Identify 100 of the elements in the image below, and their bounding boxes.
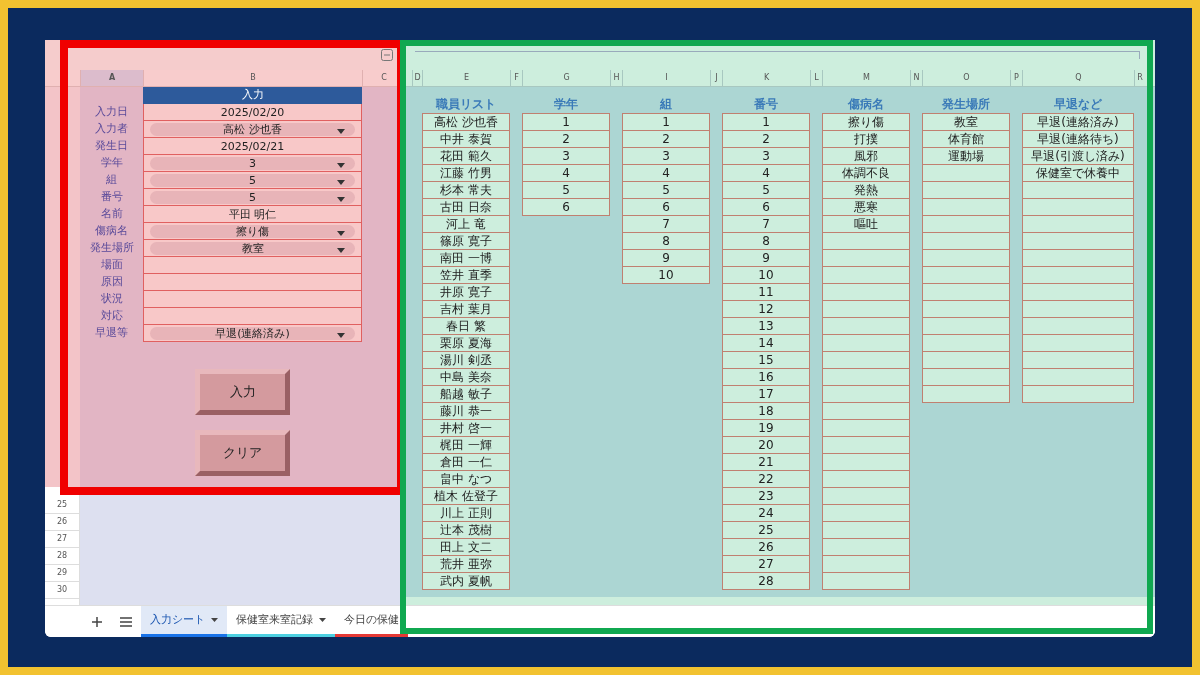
sheet-tab[interactable]: 保健室来室記録: [227, 606, 335, 637]
list-cell: 中島 美奈: [423, 369, 509, 386]
dropdown[interactable]: 早退(連絡済み): [150, 326, 355, 340]
form-cell[interactable]: 3: [143, 155, 362, 172]
column-header[interactable]: E: [422, 70, 510, 86]
column-header[interactable]: I: [622, 70, 710, 86]
column-header[interactable]: H: [610, 70, 622, 86]
form-cell[interactable]: [143, 257, 362, 274]
list-cell: 発熱: [823, 182, 909, 199]
column-header[interactable]: L: [810, 70, 822, 86]
list-cell: 辻本 茂樹: [423, 522, 509, 539]
form-cell[interactable]: 擦り傷: [143, 223, 362, 240]
list-cell: 2: [723, 131, 809, 148]
column-header[interactable]: J: [710, 70, 722, 86]
list-cell: 21: [723, 454, 809, 471]
column-header[interactable]: P: [1010, 70, 1022, 86]
list-cell: 梶田 一輝: [423, 437, 509, 454]
form-cell[interactable]: 5: [143, 189, 362, 206]
list-cell: 高松 沙也香: [423, 114, 509, 131]
column-header[interactable]: N: [910, 70, 922, 86]
list-cell: 5: [523, 182, 609, 199]
list-cell: 10: [723, 267, 809, 284]
clear-button[interactable]: クリア: [195, 430, 290, 476]
field-value[interactable]: 平田 明仁: [150, 208, 355, 220]
form-cell[interactable]: 早退(連絡済み): [143, 325, 362, 342]
list-cell: 井原 寛子: [423, 284, 509, 301]
field-label: 入力日: [94, 104, 129, 121]
list-title: 組: [659, 96, 673, 113]
column-header[interactable]: B: [143, 70, 362, 86]
column-header[interactable]: D: [412, 70, 422, 86]
submit-button[interactable]: 入力: [195, 369, 290, 415]
list-cell: 9: [723, 250, 809, 267]
list-cell: 12: [723, 301, 809, 318]
list-cell: 擦り傷: [823, 114, 909, 131]
sheet-tab[interactable]: 今日の保健: [335, 606, 408, 637]
list-cell: 江藤 竹男: [423, 165, 509, 182]
form-cell[interactable]: 5: [143, 172, 362, 189]
dropdown[interactable]: 高松 沙也香: [150, 122, 355, 136]
caret-icon: [211, 618, 218, 622]
column-header[interactable]: M: [822, 70, 910, 86]
form-cell[interactable]: [143, 274, 362, 291]
column-header[interactable]: K: [722, 70, 810, 86]
form-cell[interactable]: 平田 明仁: [143, 206, 362, 223]
column-header[interactable]: F: [510, 70, 522, 86]
list-title: 番号: [753, 96, 779, 113]
dropdown[interactable]: 3: [150, 156, 355, 170]
list-cell: 風邪: [823, 148, 909, 165]
column-header[interactable]: R: [1134, 70, 1145, 86]
dropdown[interactable]: 5: [150, 190, 355, 204]
form-cell[interactable]: [143, 308, 362, 325]
list-cell: 3: [623, 148, 709, 165]
column-header[interactable]: A: [80, 70, 143, 86]
column-header[interactable]: C: [362, 70, 405, 86]
list-cell: 花田 範久: [423, 148, 509, 165]
dropdown[interactable]: 教室: [150, 241, 355, 255]
field-value[interactable]: 2025/02/21: [150, 140, 355, 152]
scroll-bar[interactable]: [405, 597, 1155, 605]
column-header[interactable]: Q: [1022, 70, 1134, 86]
collapse-icon[interactable]: [381, 49, 393, 61]
list-cell: 武内 夏帆: [423, 573, 509, 590]
list-title: 発生場所: [941, 96, 991, 113]
form-cell[interactable]: [143, 291, 362, 308]
list-cell: 11: [723, 284, 809, 301]
dropdown[interactable]: 擦り傷: [150, 224, 355, 238]
form-cell[interactable]: 2025/02/21: [143, 138, 362, 155]
field-value[interactable]: 2025/02/20: [150, 106, 355, 118]
list-cell: 栗原 夏海: [423, 335, 509, 352]
list-cell: 笠井 直季: [423, 267, 509, 284]
list-cell: 畠中 なつ: [423, 471, 509, 488]
menu-icon[interactable]: [119, 616, 133, 627]
add-icon[interactable]: [92, 616, 102, 627]
list-cell: 体育館: [923, 131, 1009, 148]
column-header[interactable]: G: [522, 70, 610, 86]
list-cell: 4: [623, 165, 709, 182]
form-cell[interactable]: 教室: [143, 240, 362, 257]
list-cell: 10: [623, 267, 709, 284]
list-cell: 藤川 恭一: [423, 403, 509, 420]
list-cell: 2: [623, 131, 709, 148]
list-cell: 8: [623, 233, 709, 250]
row-number: 28: [45, 548, 80, 565]
sheet-tab[interactable]: 入力シート: [141, 606, 227, 637]
list-cell: 南田 一博: [423, 250, 509, 267]
field-label: 傷病名: [94, 223, 129, 240]
form-cell[interactable]: 高松 沙也香: [143, 121, 362, 138]
row-number: 26: [45, 514, 80, 531]
list-cell: 25: [723, 522, 809, 539]
form-cell[interactable]: 2025/02/20: [143, 104, 362, 121]
field-label: 組: [105, 172, 118, 189]
dropdown[interactable]: 5: [150, 173, 355, 187]
list-cell: 2: [523, 131, 609, 148]
list-cell: 15: [723, 352, 809, 369]
field-label: 原因: [99, 274, 124, 291]
list-cell: 井村 啓一: [423, 420, 509, 437]
list-cell: 3: [523, 148, 609, 165]
list-cell: 船越 敏子: [423, 386, 509, 403]
list-cell: 3: [723, 148, 809, 165]
column-header[interactable]: O: [922, 70, 1010, 86]
caret-icon: [337, 196, 345, 202]
list-cell: 教室: [923, 114, 1009, 131]
list-cell: 22: [723, 471, 809, 488]
